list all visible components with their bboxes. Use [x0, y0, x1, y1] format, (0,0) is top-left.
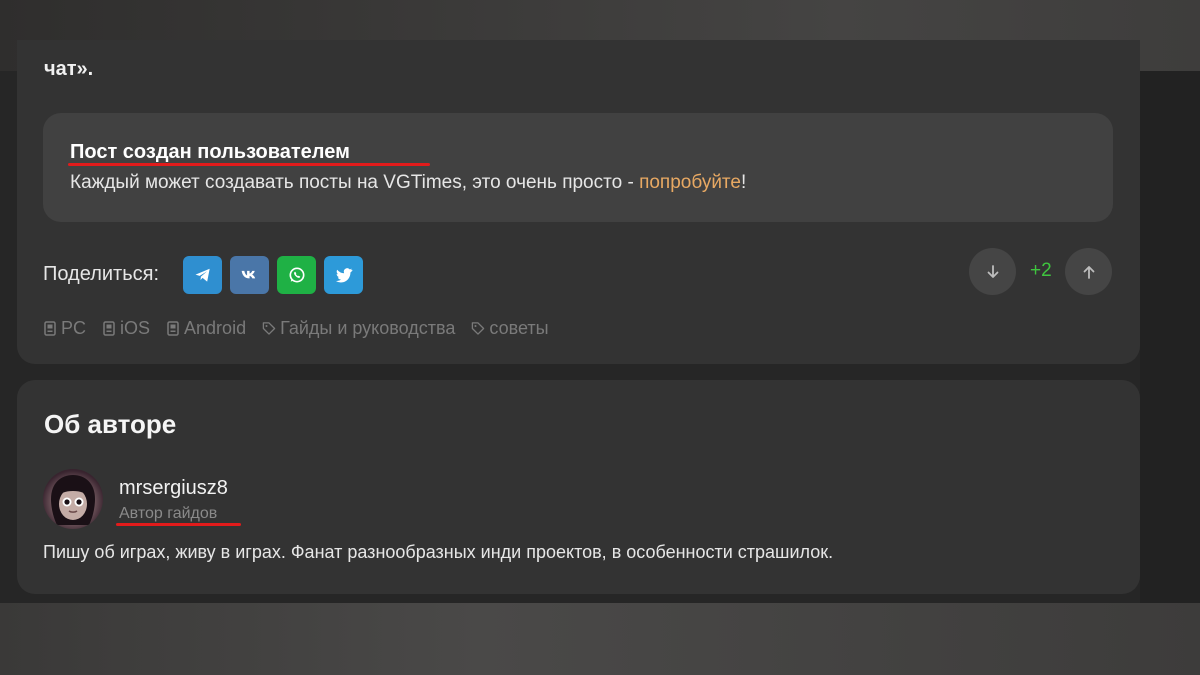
tag-label: iOS: [120, 318, 151, 338]
avatar[interactable]: [43, 469, 103, 529]
user-post-notice: Пост создан пользователем Каждый может с…: [43, 113, 1113, 222]
tag-label: PC: [61, 318, 87, 338]
tag-ios[interactable]: iOS: [102, 318, 150, 339]
vk-icon: [241, 270, 255, 279]
red-annotation-underline: [68, 163, 430, 166]
rating-score: +2: [1030, 260, 1052, 281]
share-label: Поделиться:: [43, 263, 159, 285]
avatar-image: [51, 475, 95, 525]
tag-label: Android: [184, 318, 247, 338]
author-role: Автор гайдов: [119, 505, 218, 522]
author-section-title: Об авторе: [44, 409, 177, 439]
post-text-tail: чат».: [44, 58, 94, 80]
device-icon: [103, 321, 115, 336]
tag-tips[interactable]: советы: [471, 318, 549, 339]
notice-title: Пост создан пользователем: [70, 141, 350, 163]
author-bio: Пишу об играх, живу в играх. Фанат разно…: [43, 542, 834, 562]
try-link[interactable]: попробуйте: [639, 172, 741, 193]
tag-icon: [262, 322, 276, 335]
bottom-blurred-bar: [0, 603, 1200, 675]
share-vk-button[interactable]: [230, 256, 269, 294]
tag-guides[interactable]: Гайды и руководства: [262, 318, 455, 339]
twitter-icon: [335, 268, 352, 283]
tag-pc[interactable]: PC: [43, 318, 86, 339]
tag-list: PC iOS Android Гайды и руководства совет…: [43, 318, 549, 339]
downvote-button[interactable]: [969, 248, 1016, 295]
arrow-up-icon: [1083, 265, 1094, 279]
share-twitter-button[interactable]: [324, 256, 363, 294]
notice-suffix: !: [741, 172, 747, 193]
whatsapp-icon: [289, 267, 304, 283]
notice-text: Каждый может создавать посты на VGTimes,…: [70, 172, 746, 194]
author-name[interactable]: mrsergiusz8: [119, 477, 228, 500]
arrow-down-icon: [987, 264, 998, 278]
telegram-icon: [195, 268, 210, 282]
device-icon: [44, 321, 56, 336]
upvote-button[interactable]: [1065, 248, 1112, 295]
tag-label: советы: [489, 318, 549, 338]
share-whatsapp-button[interactable]: [277, 256, 316, 294]
share-telegram-button[interactable]: [183, 256, 222, 294]
tag-icon: [472, 322, 485, 335]
red-annotation-underline: [116, 523, 241, 526]
tag-label: Гайды и руководства: [280, 318, 456, 338]
notice-body: Каждый может создавать посты на VGTimes,…: [70, 172, 640, 193]
tag-android[interactable]: Android: [166, 318, 246, 339]
right-side-column: [1140, 71, 1200, 603]
device-icon: [167, 321, 179, 336]
